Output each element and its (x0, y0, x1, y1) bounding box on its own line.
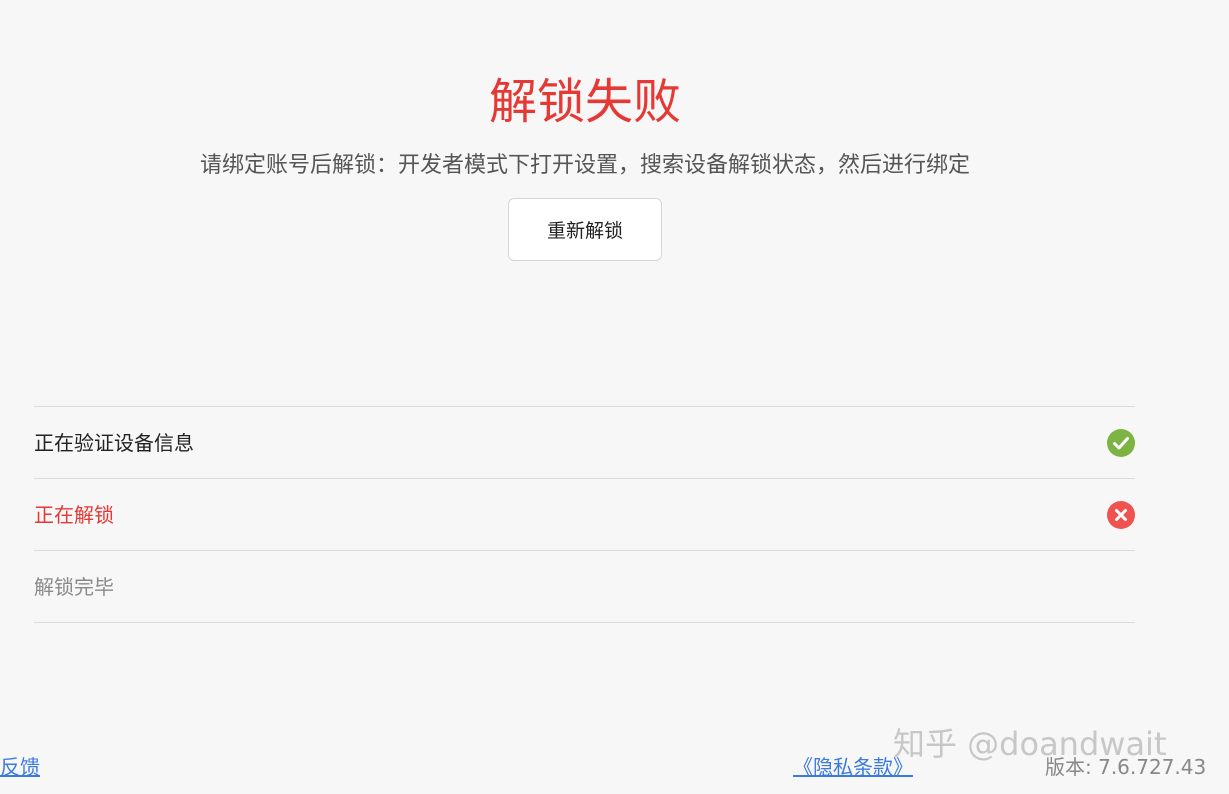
step-unlock-complete: 解锁完毕 (34, 551, 1135, 623)
unlock-result-page: 解锁失败 请绑定账号后解锁：开发者模式下打开设置，搜索设备解锁状态，然后进行绑定… (0, 0, 1229, 794)
step-unlocking: 正在解锁 (34, 479, 1135, 551)
instruction-message: 请绑定账号后解锁：开发者模式下打开设置，搜索设备解锁状态，然后进行绑定 (199, 153, 970, 178)
step-label: 解锁完毕 (34, 574, 114, 599)
step-verify-device: 正在验证设备信息 (34, 407, 1135, 479)
unlock-steps-list: 正在验证设备信息 正在解锁 解锁完毕 (34, 406, 1135, 623)
feedback-link[interactable]: 见反馈 (0, 752, 40, 782)
page-title: 解锁失败 (488, 74, 681, 130)
retry-unlock-button[interactable]: 重新解锁 (508, 198, 662, 261)
error-circle-icon (1107, 501, 1135, 529)
privacy-policy-link[interactable]: 《隐私条款》 (793, 752, 913, 782)
step-label: 正在验证设备信息 (34, 430, 194, 455)
version-label: 版本: 7.6.727.43 (1045, 755, 1207, 779)
check-circle-icon (1107, 429, 1135, 457)
step-label: 正在解锁 (34, 502, 114, 527)
